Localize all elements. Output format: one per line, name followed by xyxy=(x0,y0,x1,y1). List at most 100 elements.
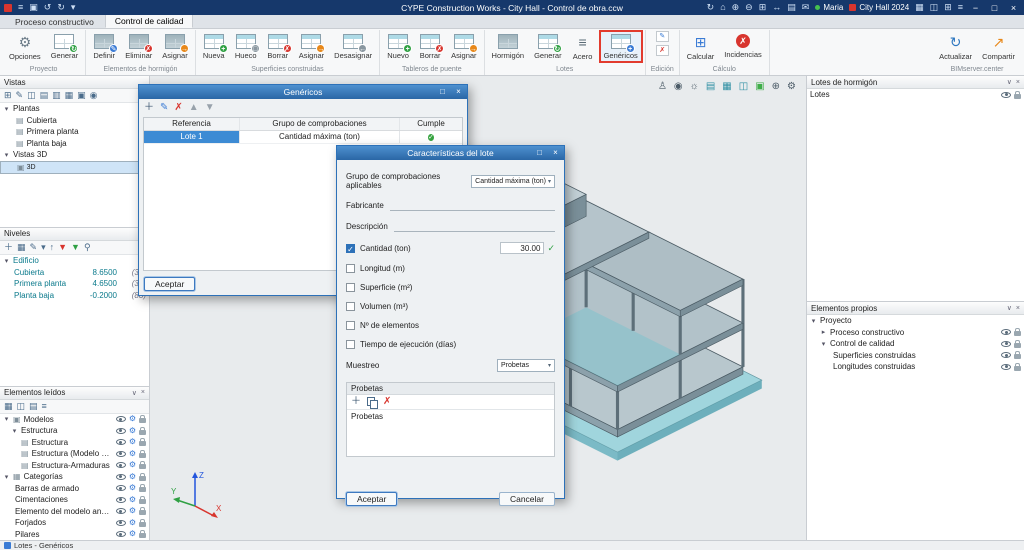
box-layer-icon[interactable]: ◫ xyxy=(739,82,748,92)
eye-icon[interactable] xyxy=(116,428,126,434)
close-icon[interactable]: × xyxy=(452,86,465,98)
incidencias-button[interactable]: ✗ Incidencias xyxy=(720,31,766,61)
walk-mode-icon[interactable]: ♙ xyxy=(658,82,667,92)
tree-item[interactable]: Forjados ⚙ xyxy=(0,517,149,529)
eye-icon[interactable] xyxy=(116,439,126,445)
tree-item[interactable]: ▤ Estructura ⚙ xyxy=(0,437,149,449)
nuevo-tablero-button[interactable]: + Nuevo xyxy=(383,31,413,62)
lock-icon[interactable] xyxy=(139,533,146,538)
column-grupo[interactable]: Grupo de comprobaciones xyxy=(240,118,400,130)
delete-icon[interactable]: ✗ xyxy=(174,103,182,113)
genericos-button[interactable]: + Genéricos xyxy=(600,31,642,62)
eye-icon[interactable] xyxy=(1001,341,1011,347)
copy-icon[interactable] xyxy=(367,397,377,407)
tree-item-3d[interactable]: ▣ 3D xyxy=(0,161,149,174)
gear-icon[interactable]: ⚙ xyxy=(129,496,136,504)
superficie-checkbox[interactable] xyxy=(346,283,355,292)
gear-icon[interactable]: ⚙ xyxy=(129,450,136,458)
lock-icon[interactable] xyxy=(1014,354,1021,359)
list-icon[interactable]: ≡ xyxy=(42,402,47,411)
level-row[interactable]: Planta baja -0.2000 (88) xyxy=(0,289,149,301)
grid-icon[interactable]: ▦ xyxy=(915,0,924,15)
num-elementos-checkbox[interactable] xyxy=(346,321,355,330)
window-layout-icon[interactable]: ⊞ xyxy=(944,0,952,15)
chevron-down-icon[interactable]: ∨ xyxy=(1007,78,1012,86)
columns-icon[interactable]: ◫ xyxy=(17,402,26,411)
zoom-in-icon[interactable]: ⊕ xyxy=(732,0,740,15)
tree-item-longitudes-construidas[interactable]: Longitudes construidas xyxy=(807,361,1024,373)
lock-icon[interactable] xyxy=(139,464,146,469)
cancelar-button[interactable]: Cancelar xyxy=(499,492,555,506)
chevron-down-icon[interactable]: ∨ xyxy=(132,389,137,397)
tree-group-vistas-3d[interactable]: ▾ Vistas 3D xyxy=(0,149,149,161)
lock-icon[interactable] xyxy=(139,453,146,458)
close-icon[interactable]: × xyxy=(141,389,145,396)
filter-icon[interactable]: ▾ xyxy=(41,243,46,252)
views-icon[interactable]: ▣ xyxy=(755,82,764,92)
lock-icon[interactable] xyxy=(139,418,146,423)
eye-icon[interactable] xyxy=(116,497,126,503)
lock-icon[interactable] xyxy=(1014,94,1021,99)
chevron-down-icon[interactable]: ▾ xyxy=(820,340,827,348)
redo-icon[interactable]: ↻ xyxy=(57,0,65,15)
gear-icon[interactable]: ⚙ xyxy=(129,473,136,481)
chevron-down-icon[interactable]: ▾ xyxy=(3,105,10,113)
tree-item[interactable]: ▤ Estructura-Armaduras ⚙ xyxy=(0,460,149,472)
tree-item-proceso-constructivo[interactable]: ▸ Proceso constructivo xyxy=(807,327,1024,339)
gear-icon[interactable]: ⚙ xyxy=(129,438,136,446)
list-icon[interactable]: ≡ xyxy=(958,0,963,15)
refresh-icon[interactable]: ↻ xyxy=(707,0,715,15)
undo-icon[interactable]: ↺ xyxy=(44,0,52,15)
columns-icon[interactable]: ◫ xyxy=(930,0,939,15)
flag-green-icon[interactable]: ▼ xyxy=(71,243,80,252)
tab-proceso-constructivo[interactable]: Proceso constructivo xyxy=(6,15,103,28)
tab-control-de-calidad[interactable]: Control de calidad xyxy=(105,13,194,28)
tree-item-superficies-construidas[interactable]: Superficies construidas xyxy=(807,350,1024,362)
edit-icon[interactable]: ✎ xyxy=(30,243,38,252)
borrar-tablero-button[interactable]: ✗ Borrar xyxy=(415,31,445,62)
eye-icon[interactable]: ◉ xyxy=(674,82,683,92)
save-icon[interactable]: ▣ xyxy=(29,0,38,15)
gear-icon[interactable]: ⚙ xyxy=(129,461,136,469)
eliminar-button[interactable]: ✗ Eliminar xyxy=(121,31,156,62)
eye-icon[interactable] xyxy=(1001,352,1011,358)
chevron-right-icon[interactable]: ▸ xyxy=(820,328,827,336)
close-button[interactable]: × xyxy=(1007,3,1020,13)
asignar-superficie-button[interactable]: → Asignar xyxy=(295,31,328,62)
eye-icon[interactable] xyxy=(116,485,126,491)
pan-icon[interactable]: ↔ xyxy=(772,0,781,15)
tree-group-edificio[interactable]: ▾ Edificio xyxy=(0,255,149,267)
camera-icon[interactable]: ◉ xyxy=(90,91,98,100)
move-up-icon[interactable]: ▲ xyxy=(189,103,199,113)
probetas-list-item[interactable]: Probetas xyxy=(351,412,383,421)
column-referencia[interactable]: Referencia xyxy=(144,118,240,130)
acero-button[interactable]: ≡ Acero xyxy=(568,31,598,63)
minimize-button[interactable]: − xyxy=(969,3,982,13)
sun-shadow-icon[interactable]: ☼ xyxy=(690,82,699,92)
rows-icon[interactable]: ▤ xyxy=(29,402,38,411)
compartir-button[interactable]: ↗ Compartir xyxy=(978,31,1019,63)
move-down-icon[interactable]: ▼ xyxy=(205,103,215,113)
tiempo-ejecucion-checkbox[interactable] xyxy=(346,340,355,349)
maximize-icon[interactable]: □ xyxy=(533,147,546,159)
lock-icon[interactable] xyxy=(1014,331,1021,336)
eye-icon[interactable] xyxy=(116,520,126,526)
chevron-down-icon[interactable]: ▾ xyxy=(3,415,10,423)
new-view-icon[interactable]: ⊞ xyxy=(4,91,12,100)
tree-group-estructura[interactable]: ▾ Estructura ⚙ xyxy=(0,425,149,437)
chevron-down-icon[interactable]: ▾ xyxy=(11,427,18,435)
desasignar-button[interactable]: ← Desasignar xyxy=(330,31,376,62)
add-icon[interactable]: ＋ xyxy=(144,103,154,113)
tree-group-modelos[interactable]: ▾ ▣ Modelos ⚙ xyxy=(0,414,149,426)
gear-icon[interactable]: ⚙ xyxy=(129,507,136,515)
eye-icon[interactable] xyxy=(1001,329,1011,335)
dialog-titlebar[interactable]: Características del lote □ × xyxy=(337,146,564,160)
tree-group-categorias[interactable]: ▾ ▦ Categorías ⚙ xyxy=(0,471,149,483)
lock-icon[interactable] xyxy=(139,441,146,446)
cell-referencia[interactable]: Lote 1 xyxy=(144,131,240,143)
edit-icon[interactable]: ✎ xyxy=(160,103,168,113)
descripcion-input[interactable] xyxy=(394,221,555,232)
plan-view-icon[interactable]: ▤ xyxy=(40,91,49,100)
chevron-down-icon[interactable]: ▾ xyxy=(3,151,10,159)
delete-icon[interactable]: ✗ xyxy=(656,45,669,56)
